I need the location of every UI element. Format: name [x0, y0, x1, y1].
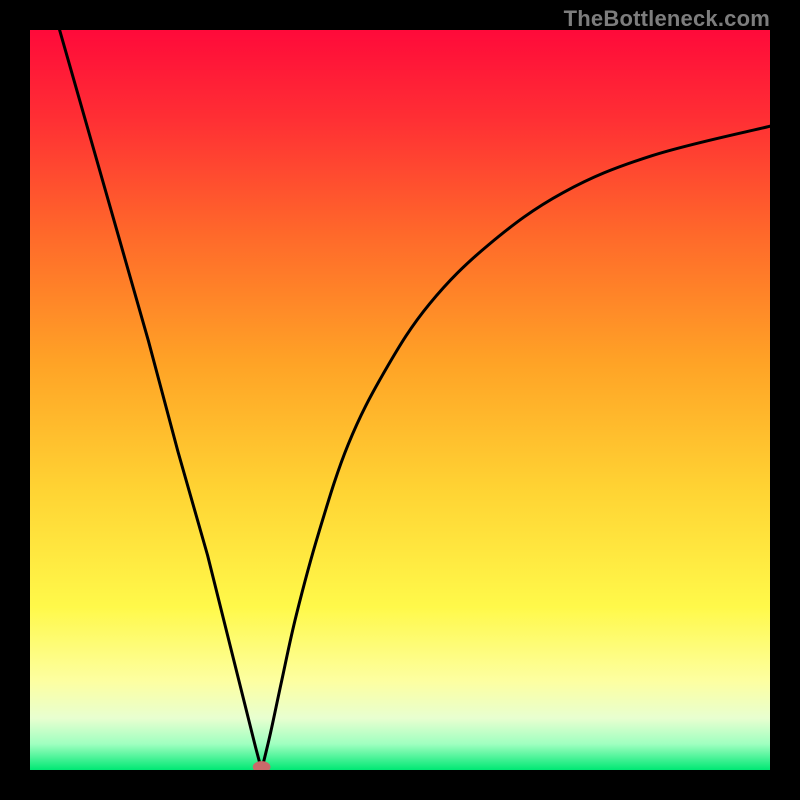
- background-gradient: [30, 30, 770, 770]
- watermark-text: TheBottleneck.com: [564, 6, 770, 32]
- plot-area: [30, 30, 770, 770]
- chart-frame: TheBottleneck.com: [0, 0, 800, 800]
